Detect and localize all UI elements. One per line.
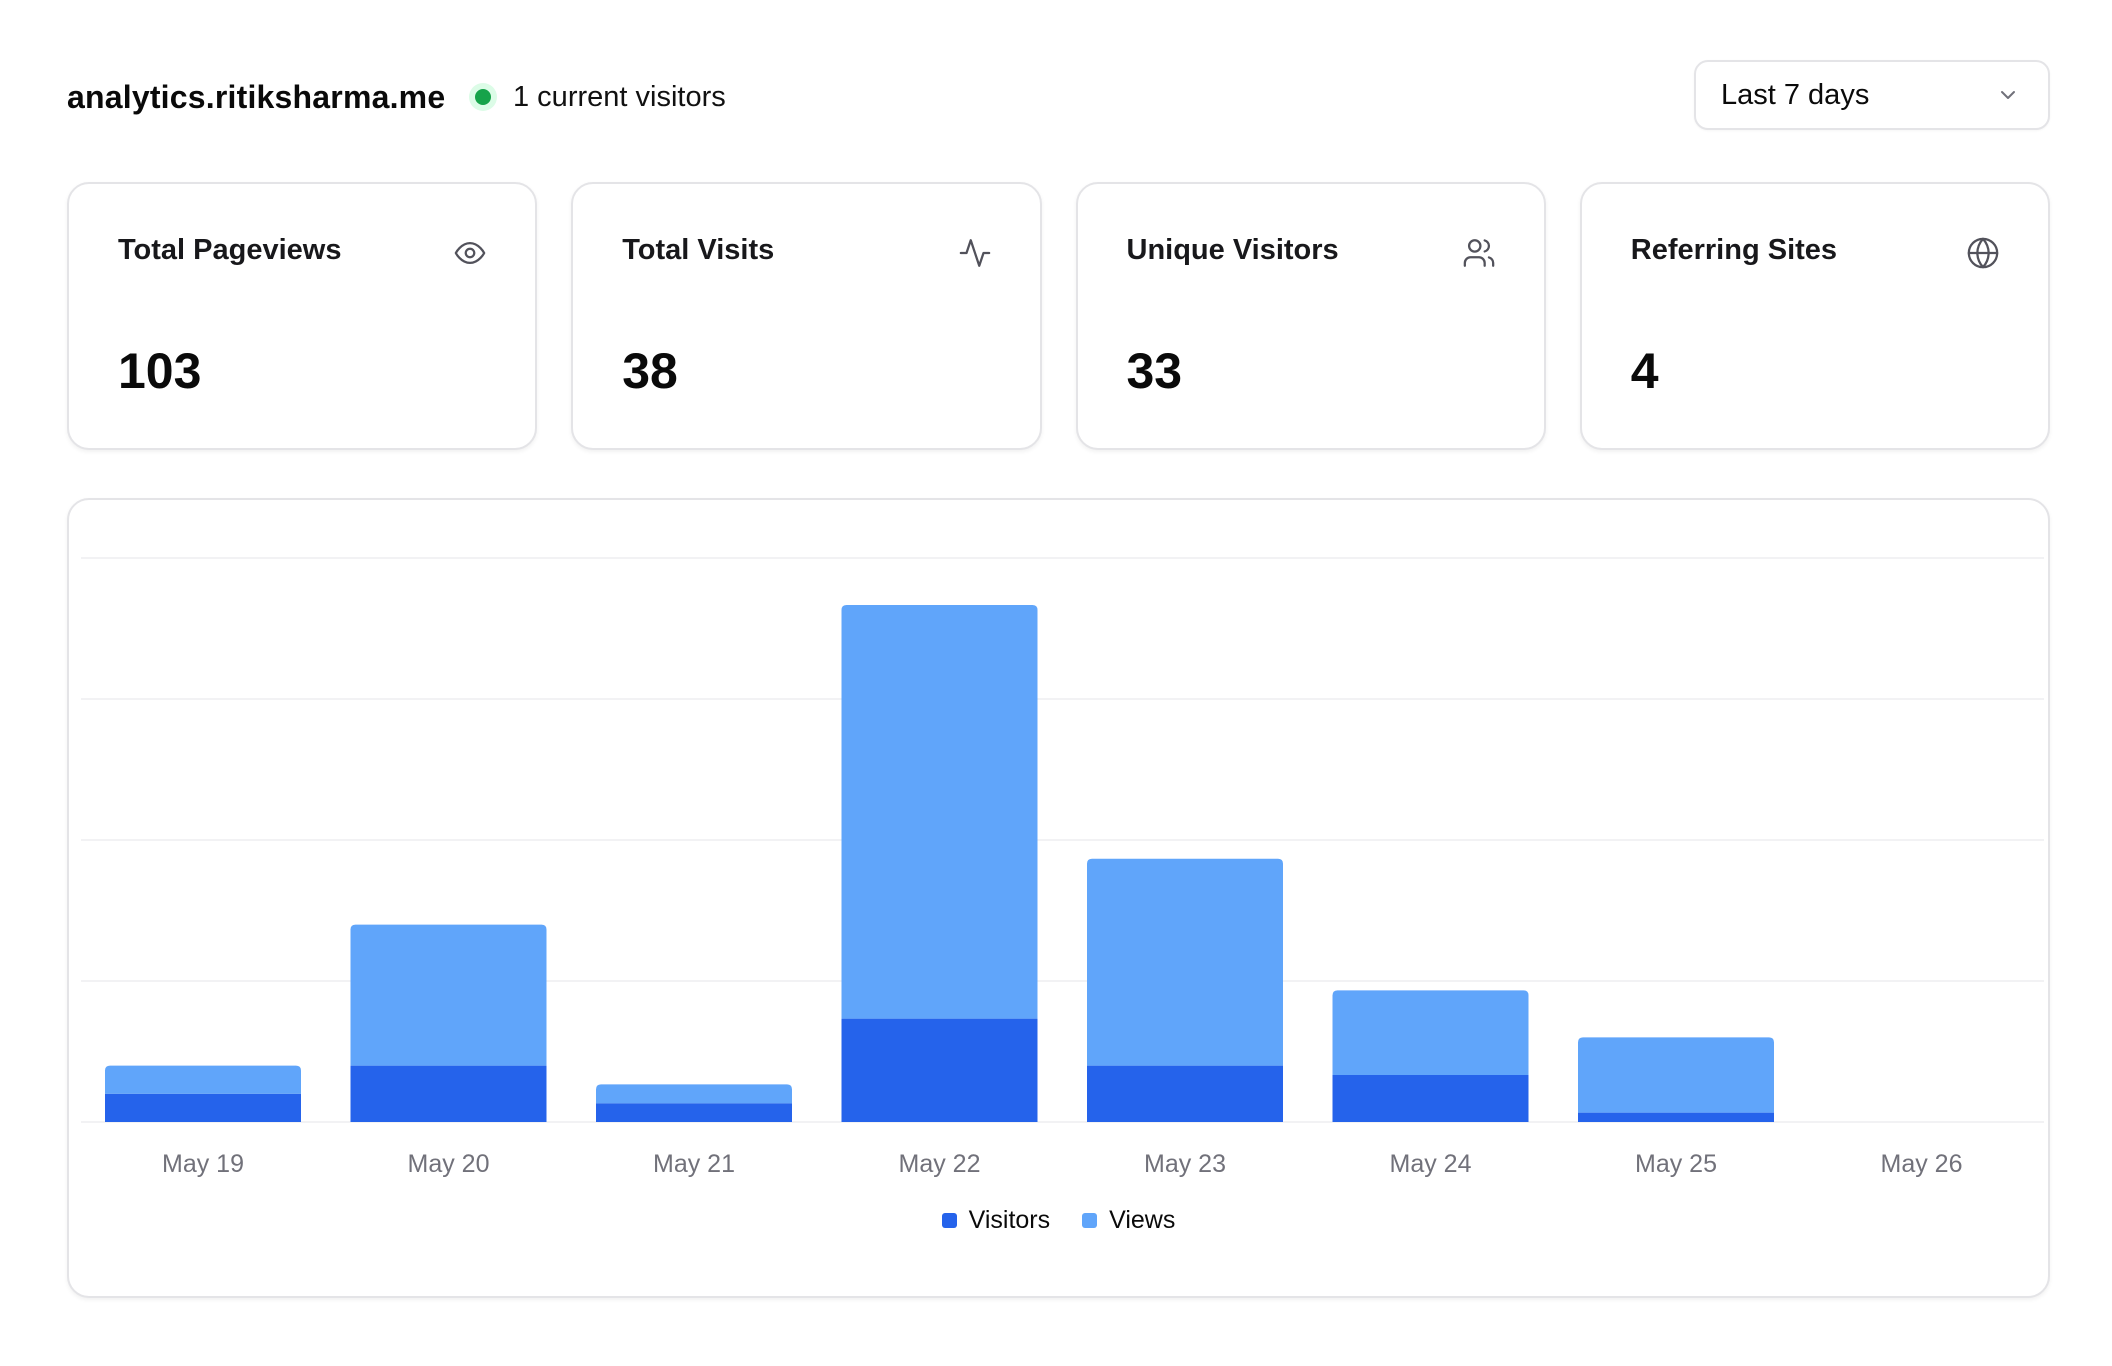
bar-views-may-22[interactable] [841, 605, 1038, 1019]
x-tick-label: May 19 [162, 1150, 244, 1178]
bar-visitors-may-19[interactable] [105, 1093, 301, 1122]
bar-visitors-may-25[interactable] [1578, 1112, 1774, 1122]
bar-visitors-may-23[interactable] [1087, 1065, 1283, 1122]
chevron-down-icon [2001, 91, 2015, 99]
chart-legend: Visitors Views [69, 1206, 2048, 1235]
x-tick-label: May 23 [1144, 1150, 1226, 1178]
x-tick-label: May 22 [899, 1150, 981, 1178]
bar-visitors-may-22[interactable] [841, 1018, 1038, 1122]
date-range-select[interactable]: Last 7 days [1694, 60, 2050, 130]
stat-title: Total Visits [622, 234, 775, 266]
live-visitors: 1 current visitors [475, 60, 726, 134]
legend-swatch-visitors [941, 1213, 957, 1228]
analytics-dashboard: analytics.ritiksharma.me 1 current visit… [0, 0, 2112, 1366]
stat-cards: Total Pageviews 103 Total Visits 38 Uniq… [67, 182, 2050, 450]
eye-icon [454, 241, 486, 265]
users-icon [1463, 239, 1495, 267]
legend-swatch-views [1082, 1213, 1098, 1228]
activity-icon [959, 239, 990, 267]
bar-views-may-24[interactable] [1332, 990, 1529, 1075]
stat-value: 33 [1126, 343, 1183, 399]
site-name: analytics.ritiksharma.me [67, 79, 446, 115]
x-tick-label: May 26 [1881, 1150, 1963, 1178]
date-range-value: Last 7 days [1721, 78, 1870, 111]
stat-title: Referring Sites [1630, 234, 1838, 266]
stat-card-total-pageviews: Total Pageviews 103 [67, 182, 538, 450]
bar-views-may-25[interactable] [1578, 1037, 1774, 1113]
bar-visitors-may-20[interactable] [350, 1065, 547, 1122]
bar-views-may-23[interactable] [1087, 858, 1283, 1066]
header: analytics.ritiksharma.me 1 current visit… [67, 60, 2050, 134]
x-tick-label: May 24 [1390, 1150, 1472, 1178]
bar-views-may-20[interactable] [350, 924, 547, 1066]
stat-card-total-visits: Total Visits 38 [571, 182, 1042, 450]
live-visitors-text: 1 current visitors [513, 80, 726, 113]
bar-visitors-may-24[interactable] [1332, 1075, 1529, 1122]
traffic-chart: May 19 May 20 May 21 May 22 May 23 May 24 May … [67, 498, 2050, 1298]
x-tick-label: May 20 [408, 1150, 490, 1178]
bar-visitors-may-21[interactable] [596, 1103, 792, 1122]
legend-label-visitors: Visitors [968, 1206, 1051, 1234]
bar-views-may-19[interactable] [105, 1065, 301, 1094]
legend-label-views: Views [1109, 1206, 1176, 1234]
x-tick-label: May 25 [1635, 1150, 1717, 1178]
x-tick-label: May 21 [653, 1150, 735, 1178]
stat-card-referring-sites: Referring Sites 4 [1579, 182, 2050, 450]
stat-title: Total Pageviews [118, 234, 342, 266]
legend-item-visitors[interactable]: Visitors [941, 1206, 1051, 1235]
traffic-bar-chart: May 19 May 20 May 21 May 22 May 23 May 24 May … [81, 557, 2044, 1178]
live-status-dot [475, 89, 491, 105]
globe-icon [1967, 237, 1999, 269]
stat-value: 103 [118, 343, 202, 399]
stat-value: 4 [1630, 343, 1659, 399]
stat-value: 38 [622, 343, 678, 399]
bar-views-may-21[interactable] [596, 1084, 792, 1104]
stat-title: Unique Visitors [1126, 234, 1339, 266]
stat-card-unique-visitors: Unique Visitors 33 [1075, 182, 1546, 450]
legend-item-views[interactable]: Views [1082, 1206, 1175, 1235]
